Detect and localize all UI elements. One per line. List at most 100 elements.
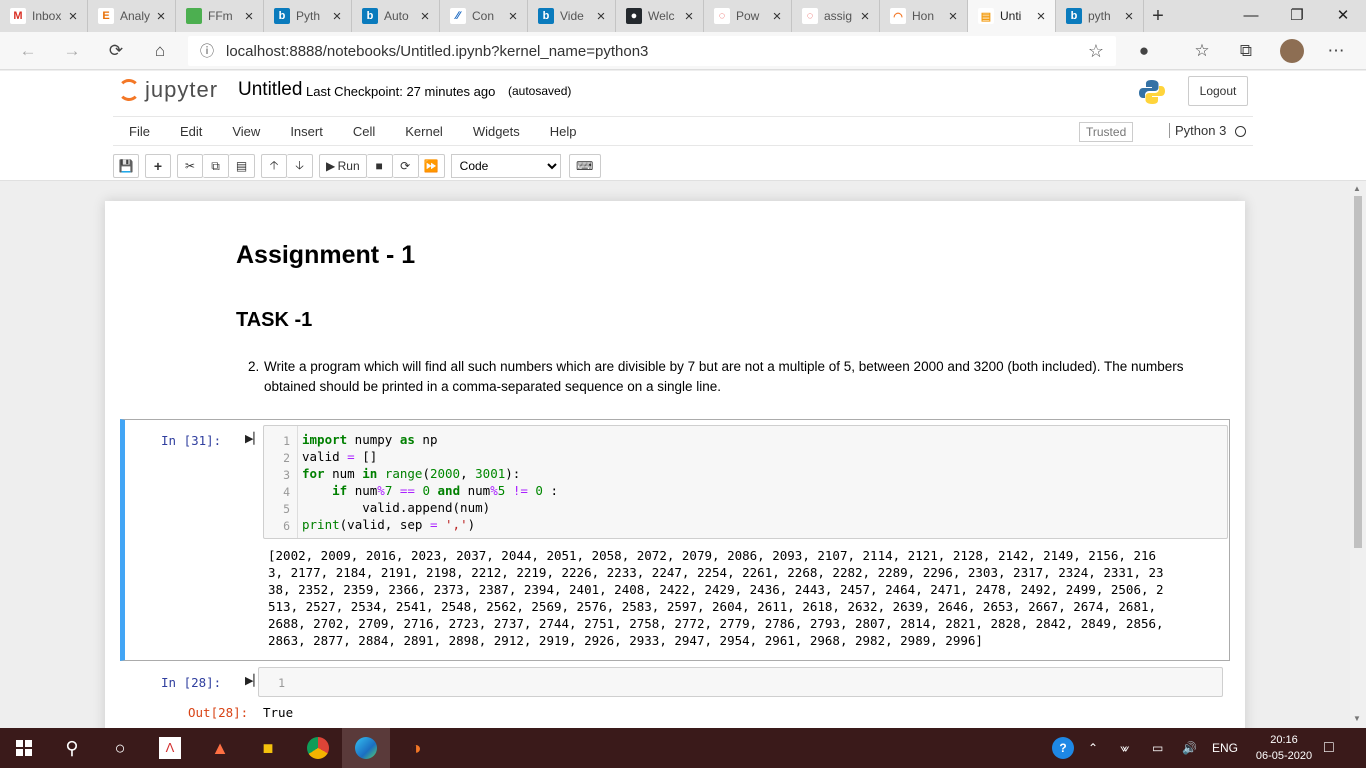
collections-icon[interactable]: ⧉ (1232, 38, 1260, 64)
acrobat-icon[interactable]: Λ (146, 728, 194, 768)
kernel-name[interactable]: Python 3 (1169, 123, 1226, 138)
close-tab-icon[interactable]: × (505, 8, 521, 25)
code-editor[interactable]: 1 2 3 4 5 6 import numpy as np valid = [… (263, 425, 1228, 539)
input-prompt: In [28]: (161, 675, 222, 690)
jupyter-logo[interactable]: jupyter (118, 77, 218, 103)
volume-icon[interactable]: 🔊 (1182, 728, 1197, 768)
close-tab-icon[interactable]: × (329, 8, 345, 25)
battery-icon[interactable]: ▭ (1152, 728, 1163, 768)
command-palette-button[interactable]: ⌨ (568, 154, 601, 178)
chrome-icon[interactable] (294, 728, 342, 768)
help-icon[interactable]: ? (1052, 728, 1074, 768)
save-button[interactable]: 💾 (113, 154, 139, 178)
menu-cell[interactable]: Cell (337, 124, 389, 139)
paste-button[interactable]: ▤ (229, 154, 255, 178)
browser-tab[interactable]: ∕∕ Con × (440, 0, 528, 32)
cut-button[interactable]: ✂ (177, 154, 203, 178)
url-text[interactable]: localhost:8888/notebooks/Untitled.ipynb?… (226, 43, 1076, 60)
scrollbar-thumb[interactable] (1354, 196, 1362, 548)
browser-tab[interactable]: b Pyth × (264, 0, 352, 32)
menu-edit[interactable]: Edit (164, 124, 216, 139)
run-button[interactable]: ▶ Run (319, 154, 367, 178)
close-window-button[interactable]: ✕ (1320, 0, 1366, 30)
extension-icon[interactable]: ● (1130, 38, 1158, 64)
scroll-down-icon[interactable]: ▼ (1353, 714, 1361, 723)
back-button[interactable]: ← (14, 38, 42, 64)
menu-help[interactable]: Help (534, 124, 591, 139)
move-down-button[interactable]: 🡣 (287, 154, 313, 178)
code-cell[interactable]: In [28]: ▶▏ 1 Out[28]: True (120, 665, 1230, 725)
close-tab-icon[interactable]: × (681, 8, 697, 25)
url-field[interactable]: ⓘ localhost:8888/notebooks/Untitled.ipyn… (188, 36, 1116, 66)
browser-tab-label: Vide (560, 9, 584, 23)
browser-tab[interactable]: ● Welc × (616, 0, 704, 32)
clock[interactable]: 20:16 06-05-2020 (1244, 732, 1324, 764)
task-view-icon[interactable]: ○ (96, 728, 144, 768)
interrupt-button[interactable]: ■ (366, 154, 393, 178)
restore-button[interactable]: ❐ (1274, 0, 1320, 30)
trusted-badge[interactable]: Trusted (1079, 122, 1134, 142)
favorite-star-icon[interactable]: ☆ (1076, 41, 1116, 62)
browser-tab[interactable]: M Inbox × (0, 0, 88, 32)
close-tab-icon[interactable]: × (241, 8, 257, 25)
new-tab-button[interactable]: + (1144, 0, 1172, 32)
move-up-button[interactable]: 🡡 (261, 154, 287, 178)
browser-tab[interactable]: E Analy × (88, 0, 176, 32)
favorites-icon[interactable]: ☆ (1188, 38, 1216, 64)
code-editor[interactable]: 1 (258, 667, 1223, 697)
browser-tab[interactable]: FFm × (176, 0, 264, 32)
home-button[interactable]: ⌂ (146, 38, 174, 64)
notifications-icon[interactable]: □ (1324, 728, 1334, 768)
menu-widgets[interactable]: Widgets (457, 124, 534, 139)
search-icon[interactable]: ⚲ (48, 728, 96, 768)
browser-tab[interactable]: ◌ Pow × (704, 0, 792, 32)
close-tab-icon[interactable]: × (593, 8, 609, 25)
menu-view[interactable]: View (216, 124, 274, 139)
file-explorer-icon[interactable]: ■ (244, 728, 292, 768)
close-tab-icon[interactable]: × (153, 8, 169, 25)
menu-kernel[interactable]: Kernel (389, 124, 457, 139)
browser-tab[interactable]: b pyth × (1056, 0, 1144, 32)
minimize-button[interactable]: — (1228, 0, 1274, 30)
python-logo-icon (1139, 80, 1165, 104)
scroll-up-icon[interactable]: ▲ (1353, 184, 1361, 193)
notebook-name[interactable]: Untitled (238, 79, 302, 101)
info-icon[interactable]: ⓘ (188, 41, 226, 61)
close-tab-icon[interactable]: × (417, 8, 433, 25)
logout-button[interactable]: Logout (1188, 76, 1248, 106)
browser-tab[interactable]: ◌ assig × (792, 0, 880, 32)
run-cell-icon[interactable]: ▶▏ (245, 432, 262, 445)
cell-type-select[interactable]: Code Markdown Raw NBConvert Heading (450, 154, 561, 178)
close-tab-icon[interactable]: × (857, 8, 873, 25)
menu-file[interactable]: File (113, 124, 164, 139)
close-tab-icon[interactable]: × (769, 8, 785, 25)
browser-tab[interactable]: ◠ Hon × (880, 0, 968, 32)
browser-tab[interactable]: b Vide × (528, 0, 616, 32)
code-cell-selected[interactable]: In [31]: ▶▏ 1 2 3 4 5 6 import numpy as … (120, 419, 1230, 661)
restart-run-all-button[interactable]: ⏩ (418, 154, 445, 178)
close-tab-icon[interactable]: × (1033, 8, 1049, 25)
kernel-idle-indicator (1235, 126, 1246, 137)
start-button[interactable] (0, 728, 48, 768)
code-line: print(valid, sep = ',') (302, 517, 476, 532)
jupyter-taskbar-icon[interactable]: ◑ (392, 728, 440, 768)
forward-button[interactable]: → (58, 38, 86, 64)
show-hidden-icons[interactable]: ⌃ (1088, 728, 1098, 768)
insert-cell-button[interactable]: + (145, 154, 171, 178)
wifi-icon[interactable]: ⩖ (1120, 728, 1129, 768)
browser-tab[interactable]: b Auto × (352, 0, 440, 32)
menu-insert[interactable]: Insert (274, 124, 337, 139)
copy-button[interactable]: ⧉ (203, 154, 229, 178)
close-tab-icon[interactable]: × (945, 8, 961, 25)
edge-icon[interactable] (342, 728, 390, 768)
matlab-icon[interactable]: ▲ (196, 728, 244, 768)
close-tab-icon[interactable]: × (1121, 8, 1137, 25)
close-tab-icon[interactable]: × (65, 8, 81, 25)
browser-tab[interactable]: ▤ Unti × (968, 0, 1056, 32)
more-menu-icon[interactable]: ⋯ (1322, 38, 1350, 64)
profile-avatar[interactable] (1278, 38, 1306, 64)
refresh-button[interactable]: ⟳ (102, 38, 130, 64)
language-indicator[interactable]: ENG (1212, 728, 1238, 768)
restart-button[interactable]: ⟳ (392, 154, 419, 178)
page-scrollbar[interactable]: ▲ ▼ (1350, 181, 1366, 728)
